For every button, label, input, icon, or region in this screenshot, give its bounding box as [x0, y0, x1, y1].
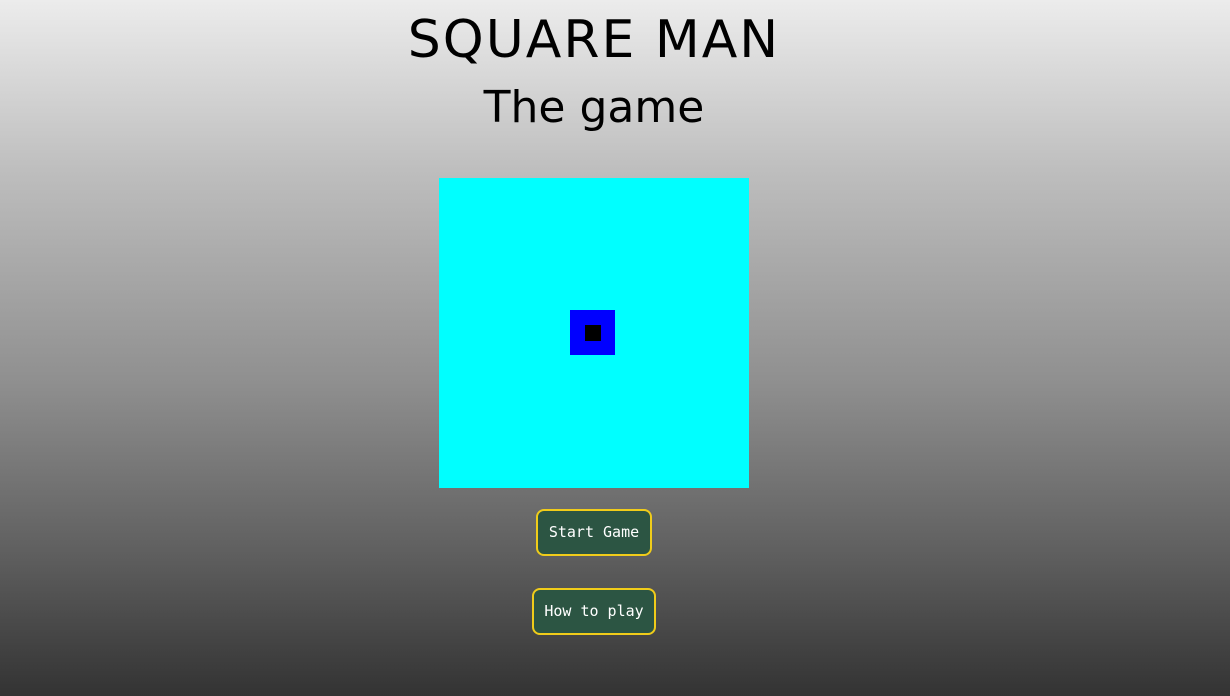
game-title: SQUARE MAN — [407, 10, 781, 70]
player-square — [570, 310, 615, 355]
start-game-button[interactable]: Start Game — [536, 509, 652, 556]
game-board[interactable] — [439, 178, 749, 488]
game-subtitle: The game — [483, 82, 705, 133]
player-core — [585, 325, 601, 341]
how-to-play-button[interactable]: How to play — [532, 588, 656, 635]
